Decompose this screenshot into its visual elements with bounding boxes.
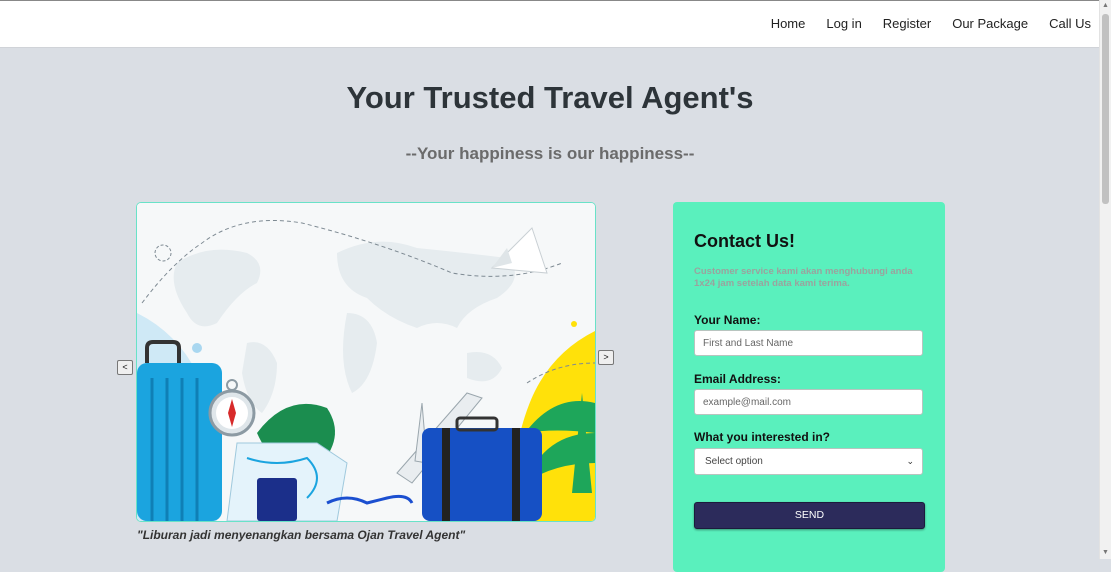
travel-illustration xyxy=(137,203,595,521)
chevron-right-icon: > xyxy=(603,352,609,362)
nav-login-link[interactable]: Log in xyxy=(826,16,861,31)
nav-our-package-link[interactable]: Our Package xyxy=(952,16,1028,31)
vertical-scrollbar[interactable]: ▲ ▼ xyxy=(1099,0,1111,559)
chevron-down-icon: ⌄ xyxy=(906,456,914,466)
name-field[interactable] xyxy=(694,330,923,356)
nav-register-link[interactable]: Register xyxy=(883,16,931,31)
chevron-left-icon: < xyxy=(122,362,128,372)
scroll-up-icon[interactable]: ▲ xyxy=(1102,2,1109,10)
scrollbar-thumb[interactable] xyxy=(1102,14,1109,204)
name-label: Your Name: xyxy=(694,313,761,327)
nav-links: Home Log in Register Our Package Call Us xyxy=(750,16,1091,31)
contact-form-card: Contact Us! Customer service kami akan m… xyxy=(673,202,945,572)
interest-select-value: Select option xyxy=(705,456,763,467)
scroll-down-icon[interactable]: ▼ xyxy=(1102,549,1109,557)
nav-call-us-link[interactable]: Call Us xyxy=(1049,16,1091,31)
carousel-prev-button[interactable]: < xyxy=(117,360,133,375)
contact-title: Contact Us! xyxy=(694,231,796,251)
image-carousel[interactable] xyxy=(136,202,596,522)
carousel-caption: "Liburan jadi menyenangkan bersama Ojan … xyxy=(137,528,466,542)
interest-select[interactable]: Select option ⌄ xyxy=(694,448,923,475)
navbar: Home Log in Register Our Package Call Us xyxy=(0,1,1100,48)
page-title: Your Trusted Travel Agent's xyxy=(346,80,754,115)
interest-label: What you interested in? xyxy=(694,430,831,444)
contact-description: Customer service kami akan menghubungi a… xyxy=(694,266,913,289)
nav-home-link[interactable]: Home xyxy=(771,16,806,31)
email-label: Email Address: xyxy=(694,372,781,386)
carousel-next-button[interactable]: > xyxy=(598,350,614,365)
email-field[interactable] xyxy=(694,389,923,415)
page-subtitle: --Your happiness is our happiness-- xyxy=(405,144,695,163)
send-button[interactable]: SEND xyxy=(694,502,925,529)
